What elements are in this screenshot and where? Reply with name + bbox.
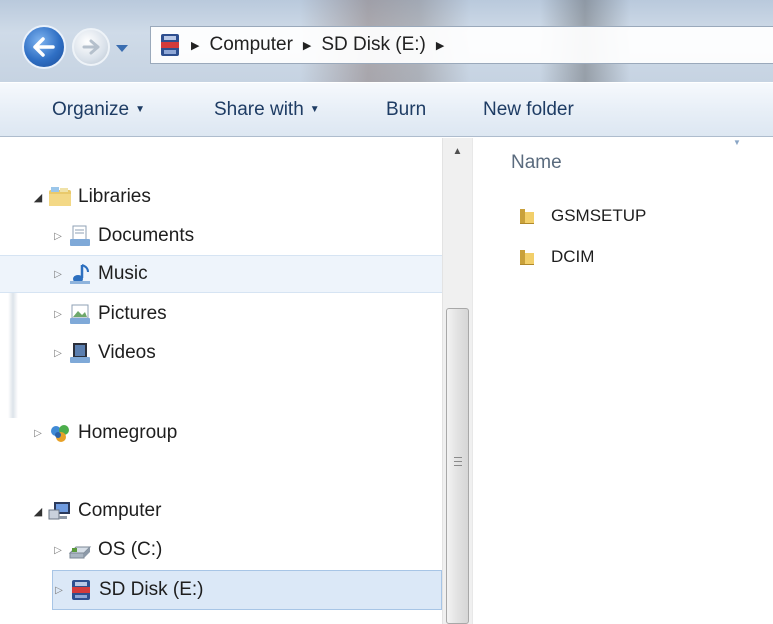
tree-label: Music: [98, 263, 148, 284]
tree-item-videos[interactable]: ▷ Videos: [52, 334, 442, 372]
file-item-gsmsetup[interactable]: GSMSETUP: [517, 201, 646, 231]
new-folder-label: New folder: [483, 99, 574, 120]
organize-label: Organize: [52, 99, 130, 120]
sd-card-icon: [72, 580, 90, 600]
expand-icon[interactable]: ▷: [52, 348, 64, 359]
breadcrumb-sd-disk[interactable]: SD Disk (E:): [321, 34, 426, 56]
videos-library-icon: [70, 343, 90, 363]
expand-icon[interactable]: ▷: [52, 545, 64, 556]
share-with-label: Share with: [214, 99, 304, 120]
tree-item-libraries[interactable]: ◢ Libraries: [32, 178, 442, 216]
tree-label: Documents: [98, 225, 195, 246]
file-list-pane: Name ▼ GSMSETUP DCIM: [472, 138, 773, 624]
folder-icon: [520, 209, 534, 224]
scrollbar-thumb[interactable]: [446, 308, 469, 624]
burn-label: Burn: [386, 99, 427, 120]
expand-icon[interactable]: ▷: [52, 309, 64, 320]
sd-card-icon: [161, 34, 179, 56]
tree-label: SD Disk (E:): [99, 579, 204, 600]
breadcrumb-arrow[interactable]: ▶: [191, 39, 199, 52]
back-arrow-icon: [33, 37, 55, 57]
tree-label: Pictures: [98, 303, 167, 324]
expand-icon[interactable]: ▷: [52, 231, 64, 242]
forward-button[interactable]: [72, 28, 110, 66]
recent-pages-dropdown[interactable]: [115, 40, 129, 58]
breadcrumb-computer[interactable]: Computer: [209, 34, 292, 56]
computer-icon: [48, 502, 70, 520]
burn-button[interactable]: Burn: [386, 99, 426, 121]
nav-pane-scrollbar[interactable]: ▲: [442, 138, 472, 624]
tree-label: Videos: [98, 342, 156, 363]
breadcrumb-arrow[interactable]: ▶: [303, 39, 311, 52]
tree-item-os-c[interactable]: ▷ OS (C:): [52, 531, 442, 569]
forward-arrow-icon: [82, 39, 100, 55]
music-library-icon: [70, 264, 90, 284]
file-name: GSMSETUP: [551, 206, 647, 225]
sort-arrow-icon: ▼: [733, 138, 741, 147]
expand-icon[interactable]: ▷: [32, 428, 44, 439]
tree-item-sd-disk-e[interactable]: ▷ SD Disk (E:): [52, 570, 442, 610]
documents-library-icon: [70, 225, 90, 246]
tree-label: Homegroup: [78, 422, 178, 443]
breadcrumb-arrow[interactable]: ▶: [436, 39, 444, 52]
grip-icon: [454, 457, 462, 469]
file-item-dcim[interactable]: DCIM: [517, 242, 594, 272]
back-button[interactable]: [22, 25, 66, 69]
collapse-icon[interactable]: ◢: [32, 191, 44, 204]
expand-icon[interactable]: ▷: [53, 585, 65, 596]
chevron-down-icon: ▼: [135, 104, 146, 115]
hard-drive-icon: [68, 546, 92, 559]
navigation-pane: ◢ Libraries ▷ Documents ▷ Music ▷ Pictur…: [0, 138, 442, 624]
tree-label: OS (C:): [98, 539, 163, 560]
column-header-name[interactable]: Name: [511, 152, 562, 174]
tree-item-music[interactable]: ▷ Music: [0, 255, 442, 293]
tree-label: Libraries: [78, 186, 151, 207]
pictures-library-icon: [70, 304, 90, 324]
address-bar[interactable]: ▶ Computer ▶ SD Disk (E:) ▶: [150, 26, 773, 64]
new-folder-button[interactable]: New folder: [483, 99, 574, 121]
scroll-up-button[interactable]: ▲: [443, 138, 472, 164]
chevron-down-icon: [116, 45, 128, 52]
collapse-icon[interactable]: ◢: [32, 505, 44, 518]
tree-label: Computer: [78, 500, 162, 521]
expand-icon[interactable]: ▷: [52, 269, 64, 280]
homegroup-icon: [51, 425, 69, 442]
tree-item-documents[interactable]: ▷ Documents: [52, 217, 442, 255]
share-with-button[interactable]: Share with ▼: [214, 99, 320, 121]
window-edge: [0, 138, 22, 624]
title-bar: ▶ Computer ▶ SD Disk (E:) ▶: [0, 0, 773, 82]
organize-button[interactable]: Organize ▼: [52, 99, 145, 121]
tree-item-pictures[interactable]: ▷ Pictures: [52, 295, 442, 333]
file-name: DCIM: [551, 247, 595, 266]
command-toolbar: Organize ▼ Share with ▼ Burn New folder: [0, 82, 773, 137]
tree-item-homegroup[interactable]: ▷ Homegroup: [32, 414, 442, 452]
chevron-down-icon: ▼: [309, 104, 320, 115]
tree-item-computer[interactable]: ◢ Computer: [32, 492, 442, 530]
chevron-up-icon: ▲: [452, 145, 463, 157]
libraries-icon: [49, 187, 71, 206]
folder-icon: [520, 250, 534, 265]
